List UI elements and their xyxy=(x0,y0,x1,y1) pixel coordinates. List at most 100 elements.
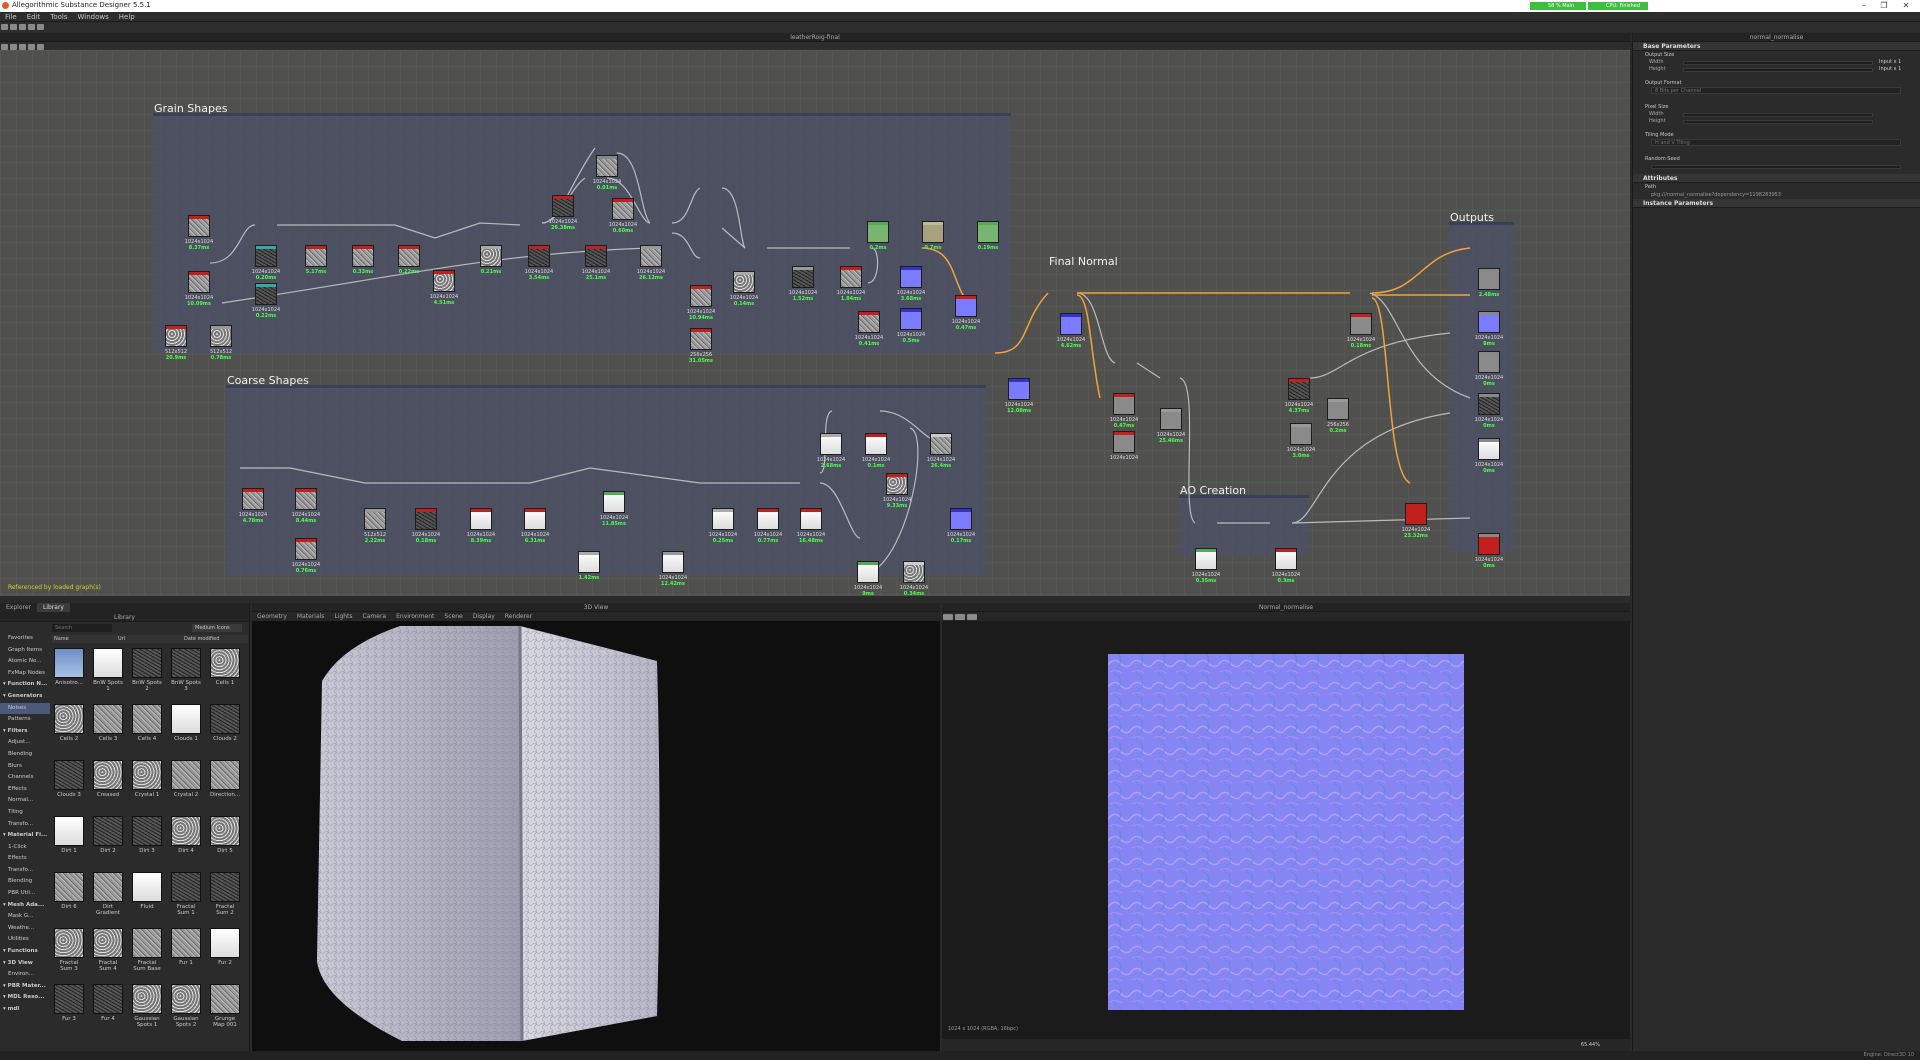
library-tree-item[interactable]: ▾ mdl xyxy=(0,1004,50,1016)
library-item[interactable]: Cells 3 xyxy=(93,704,123,752)
library-item[interactable]: BnW Spots 1 xyxy=(93,648,123,696)
graph-node[interactable] xyxy=(950,508,972,530)
library-tree-item[interactable]: ▾ Generators xyxy=(0,691,50,703)
library-item[interactable]: Fur 1 xyxy=(171,928,201,976)
library-item[interactable]: Dirt 3 xyxy=(132,816,162,864)
library-tree-item[interactable]: FxMap Nodes xyxy=(0,668,50,680)
graph-node[interactable] xyxy=(255,283,277,305)
graph-node[interactable] xyxy=(364,508,386,530)
graph-node[interactable] xyxy=(352,245,374,267)
library-item[interactable]: Gaussian Spots 2 xyxy=(171,984,201,1032)
graph-node[interactable] xyxy=(690,285,712,307)
library-item[interactable]: Fractal Sum 2 xyxy=(210,872,240,920)
library-tree-item[interactable]: ▾ Mesh Ada... xyxy=(0,900,50,912)
3d-menu-scene[interactable]: Scene xyxy=(439,613,467,620)
graph-node[interactable] xyxy=(415,508,437,530)
graph-node[interactable] xyxy=(955,295,977,317)
pixel-height-slider[interactable] xyxy=(1683,120,1873,124)
graph-node[interactable] xyxy=(470,508,492,530)
library-tree-item[interactable]: Noises xyxy=(0,702,50,715)
library-tree-item[interactable]: Tiling xyxy=(0,807,50,819)
library-tree-item[interactable]: ▾ MDL Reso... xyxy=(0,992,50,1004)
library-item[interactable]: Grunge Map 001 xyxy=(210,984,240,1032)
redo-icon[interactable] xyxy=(37,24,44,30)
library-tree-item[interactable]: Effects xyxy=(0,784,50,796)
graph-node[interactable] xyxy=(1478,311,1500,333)
height-relative[interactable]: Input x 1 xyxy=(1879,66,1901,73)
library-item[interactable]: Dirt 4 xyxy=(171,816,201,864)
graph-node[interactable] xyxy=(1350,313,1372,335)
library-tree-item[interactable]: Adjust... xyxy=(0,737,50,749)
library-tree-item[interactable]: Transfo... xyxy=(0,819,50,831)
graph-node[interactable] xyxy=(1327,398,1349,420)
graph-node[interactable] xyxy=(578,551,600,573)
graph-node[interactable] xyxy=(712,508,734,530)
menu-edit[interactable]: Edit xyxy=(22,12,46,22)
col-url[interactable]: Url xyxy=(118,635,125,643)
graph-node[interactable] xyxy=(690,328,712,350)
graph-node[interactable] xyxy=(930,433,952,455)
graph-node[interactable] xyxy=(1113,431,1135,453)
3d-menu-materials[interactable]: Materials xyxy=(292,613,330,620)
library-item[interactable]: Fur 4 xyxy=(93,984,123,1032)
library-item[interactable]: Dirt 6 xyxy=(54,872,84,920)
graph-node[interactable] xyxy=(922,221,944,243)
library-item[interactable]: Fluid xyxy=(132,872,162,920)
graph-node[interactable] xyxy=(524,508,546,530)
graph-node[interactable] xyxy=(1290,423,1312,445)
graph-node[interactable] xyxy=(867,221,889,243)
library-tree-item[interactable]: Blending xyxy=(0,876,50,888)
tab-library[interactable]: Library xyxy=(36,603,70,612)
graph-node[interactable] xyxy=(840,266,862,288)
graph-node[interactable] xyxy=(528,245,550,267)
graph-node[interactable] xyxy=(820,433,842,455)
graph-node[interactable] xyxy=(858,311,880,333)
channel-icon[interactable] xyxy=(943,614,953,620)
library-tree-item[interactable]: ▾ Functions xyxy=(0,946,50,958)
graph-node[interactable] xyxy=(1405,503,1427,525)
width-slider[interactable] xyxy=(1683,61,1873,65)
graph-node[interactable] xyxy=(1478,438,1500,460)
tab-explorer[interactable]: Explorer xyxy=(0,603,37,612)
library-tree-item[interactable]: Favorites xyxy=(0,633,50,645)
library-tree-item[interactable]: Normal... xyxy=(0,795,50,807)
menu-help[interactable]: Help xyxy=(114,12,140,22)
library-tree-item[interactable]: 1-Click xyxy=(0,842,50,854)
library-tree-item[interactable]: Patterns xyxy=(0,714,50,726)
graph-node[interactable] xyxy=(1478,351,1500,373)
graph-node[interactable] xyxy=(585,245,607,267)
base-parameters-section[interactable]: Base Parameters xyxy=(1633,42,1920,51)
graph-node[interactable] xyxy=(242,488,264,510)
graph-node[interactable] xyxy=(733,271,755,293)
library-item[interactable]: Fractal Sum 3 xyxy=(54,928,84,976)
close-icon[interactable]: ✕ xyxy=(1892,0,1920,12)
undo-icon[interactable] xyxy=(28,24,35,30)
graph-node[interactable] xyxy=(398,245,420,267)
library-item[interactable]: Crystal 2 xyxy=(171,760,201,808)
graph-node[interactable] xyxy=(640,245,662,267)
graph-node[interactable] xyxy=(603,491,625,513)
library-tree-item[interactable]: Utilities xyxy=(0,934,50,946)
library-item[interactable]: Dirt 5 xyxy=(210,816,240,864)
library-tree-item[interactable]: ▾ Material Fi... xyxy=(0,830,50,842)
view-mode-select[interactable]: Medium Icons xyxy=(192,624,242,632)
graph-node[interactable] xyxy=(886,473,908,495)
output-format-select[interactable]: 8 Bits per Channel xyxy=(1651,87,1901,94)
graph-node[interactable] xyxy=(1195,548,1217,570)
library-item[interactable]: Cells 4 xyxy=(132,704,162,752)
library-tree-item[interactable]: ▾ 3D View xyxy=(0,958,50,970)
instance-parameters-section[interactable]: Instance Parameters xyxy=(1633,199,1920,208)
library-tree-item[interactable]: Channels xyxy=(0,772,50,784)
graph-node[interactable] xyxy=(295,538,317,560)
attributes-section[interactable]: Attributes xyxy=(1633,174,1920,183)
3d-menu-environment[interactable]: Environment xyxy=(391,613,439,620)
library-item[interactable]: Direction... xyxy=(210,760,240,808)
3d-menu-renderer[interactable]: Renderer xyxy=(500,613,537,620)
pixel-width-slider[interactable] xyxy=(1683,113,1873,117)
library-item[interactable]: BnW Spots 3 xyxy=(171,648,201,696)
graph-node[interactable] xyxy=(1478,268,1500,290)
graph-node[interactable] xyxy=(210,325,232,347)
graph-node[interactable] xyxy=(1160,408,1182,430)
library-item[interactable]: BnW Spots 2 xyxy=(132,648,162,696)
graph-node[interactable] xyxy=(596,155,618,177)
